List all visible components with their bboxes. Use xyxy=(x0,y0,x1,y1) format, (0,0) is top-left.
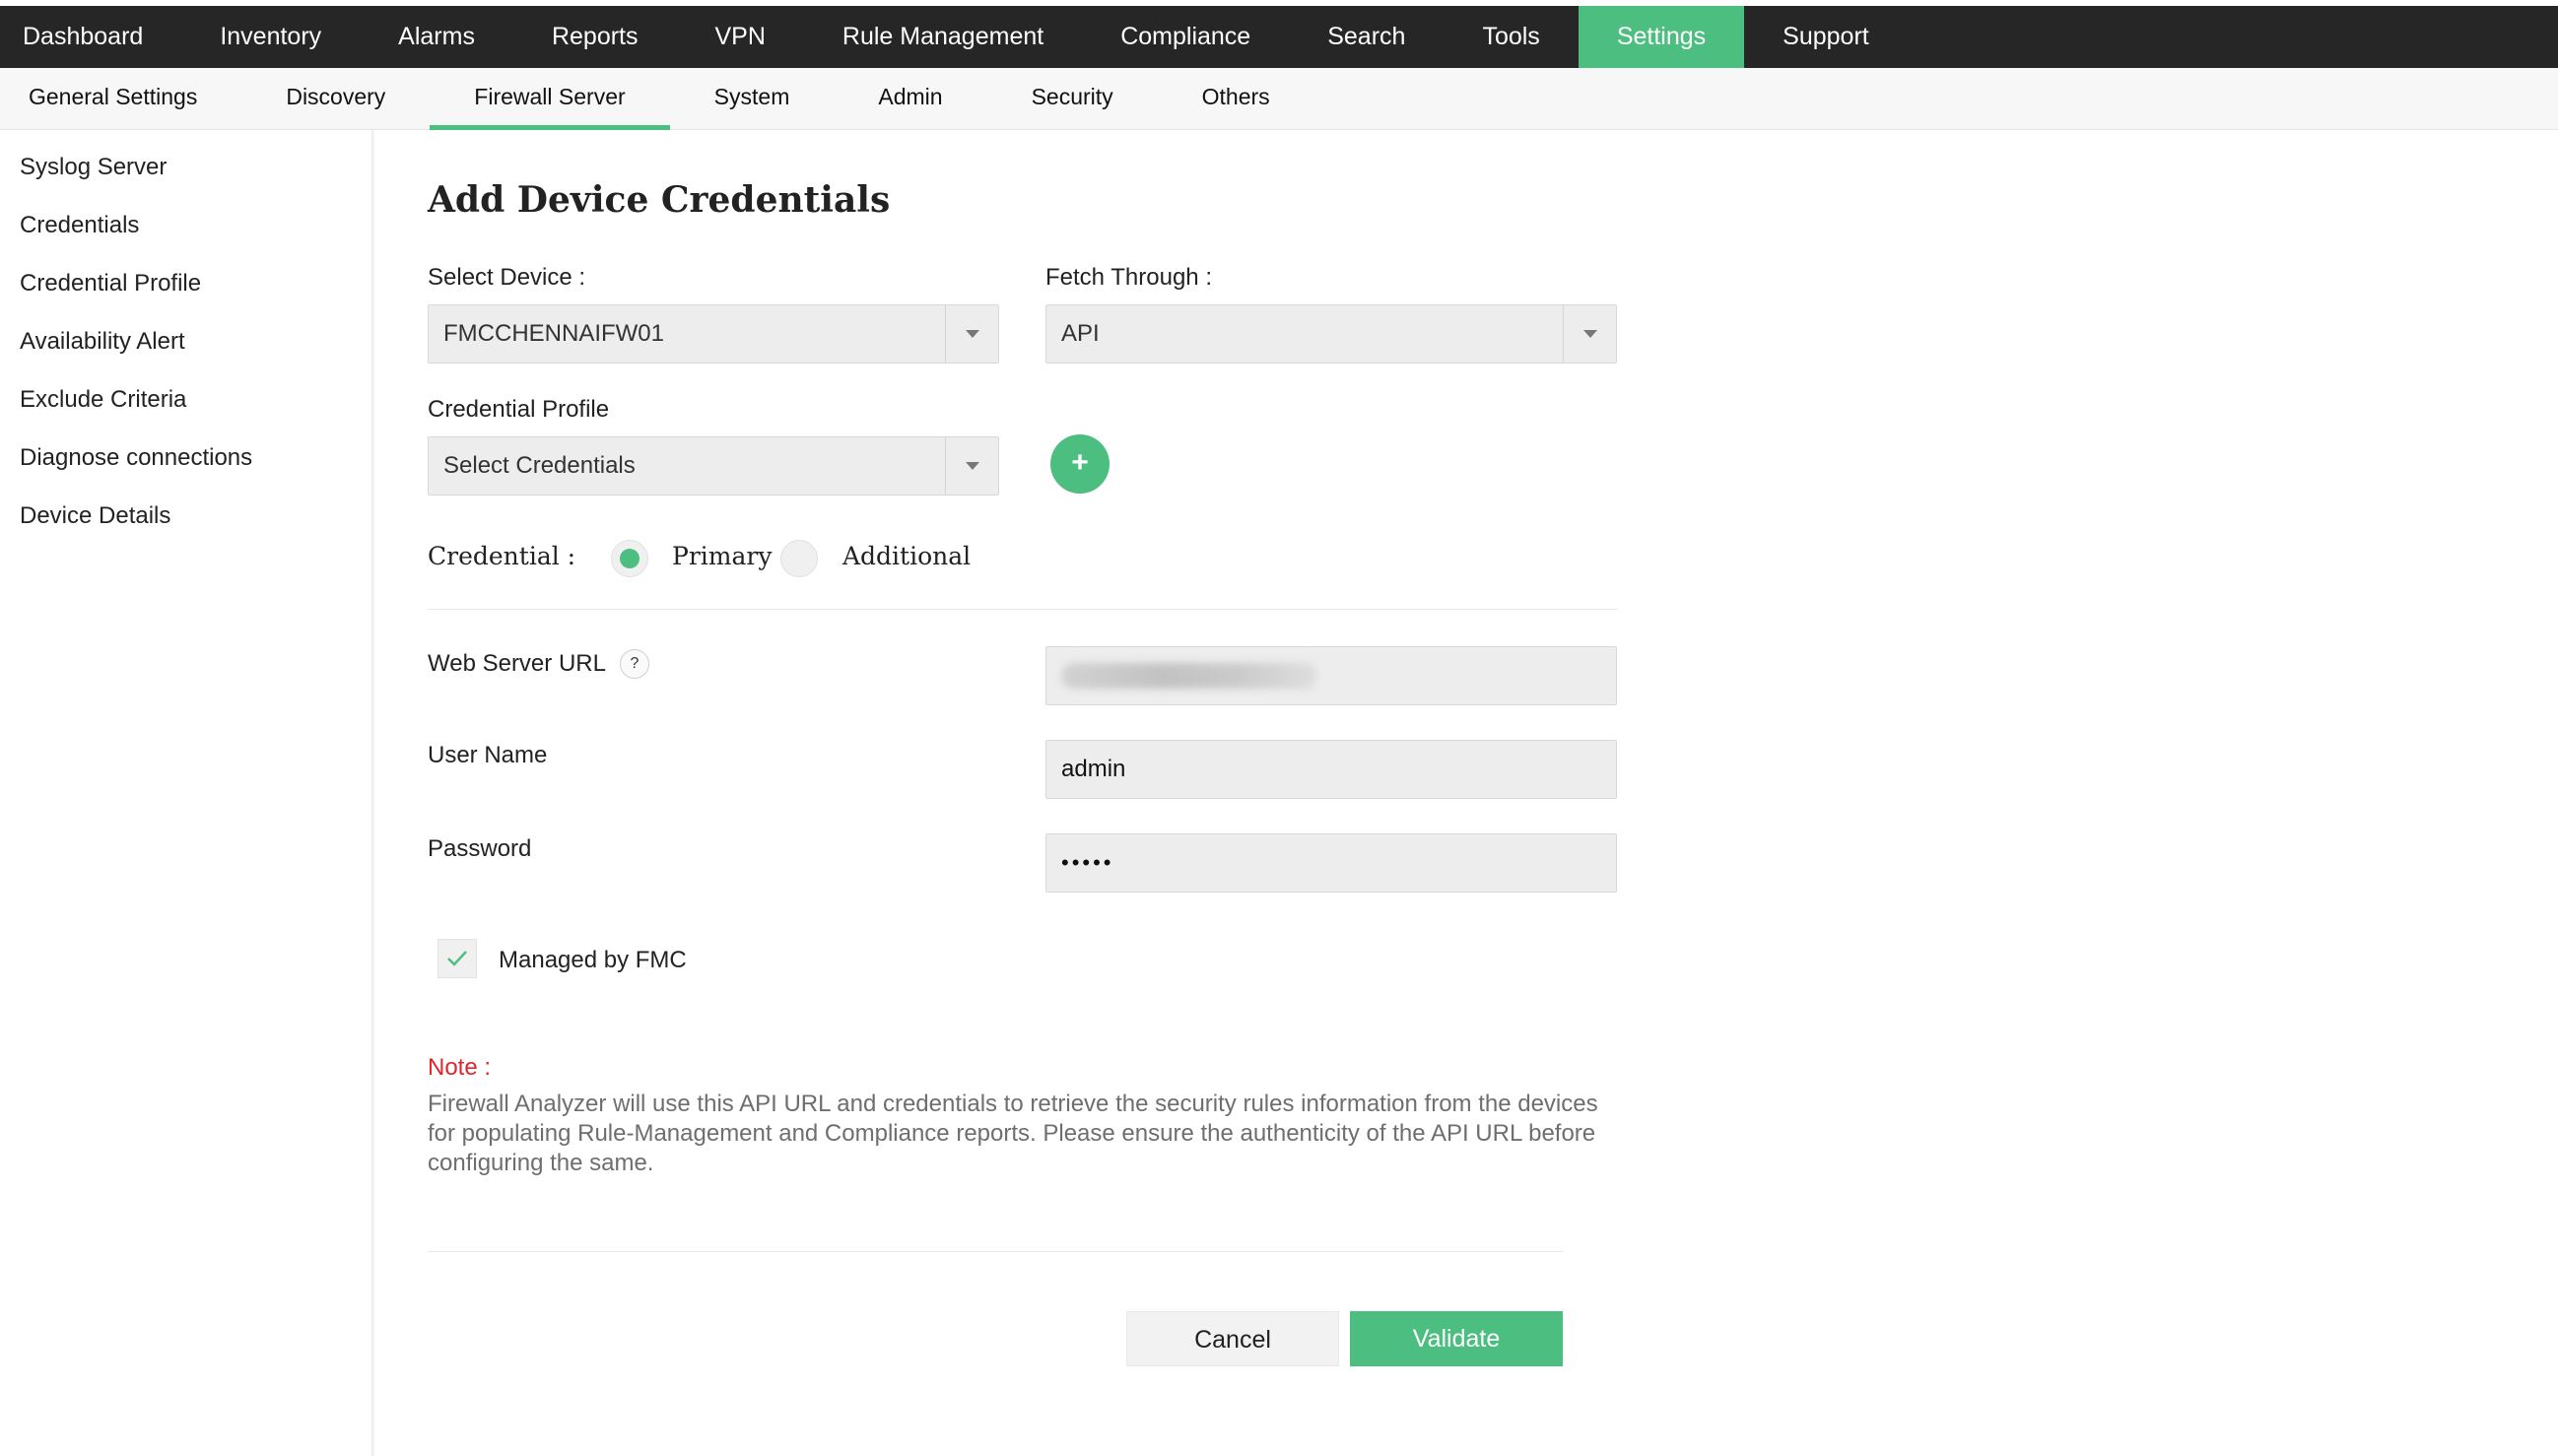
main-panel: Add Device Credentials Select Device : F… xyxy=(374,130,2558,1456)
user-name-input[interactable]: admin xyxy=(1045,740,1617,799)
primary-radio-label[interactable]: Primary xyxy=(672,542,772,570)
sidebar-item-syslog-server[interactable]: Syslog Server xyxy=(0,138,371,196)
credential-profile-dropdown[interactable]: Select Credentials xyxy=(428,436,999,496)
select-device-value: FMCCHENNAIFW01 xyxy=(443,320,665,347)
sidebar-item-credentials[interactable]: Credentials xyxy=(0,196,371,254)
section-divider xyxy=(428,609,1618,610)
checkmark-icon xyxy=(447,951,467,966)
top-tab-vpn[interactable]: VPN xyxy=(677,6,804,68)
password-label: Password xyxy=(428,835,532,862)
managed-by-fmc-checkbox[interactable] xyxy=(438,939,477,978)
primary-radio[interactable] xyxy=(611,540,648,577)
credential-profile-value: Select Credentials xyxy=(443,452,636,479)
top-tab-support[interactable]: Support xyxy=(1744,6,1908,68)
sidebar-item-device-details[interactable]: Device Details xyxy=(0,487,371,545)
top-tab-rule-management[interactable]: Rule Management xyxy=(804,6,1082,68)
chevron-down-icon xyxy=(945,305,998,363)
top-tab-settings[interactable]: Settings xyxy=(1578,6,1745,68)
note-label: Note : xyxy=(428,1054,492,1081)
top-tab-inventory[interactable]: Inventory xyxy=(181,6,360,68)
sub-tab-discovery[interactable]: Discovery xyxy=(241,68,430,130)
add-credential-profile-button[interactable]: + xyxy=(1050,434,1110,494)
top-tab-search[interactable]: Search xyxy=(1289,6,1444,68)
web-server-url-label: Web Server URL xyxy=(428,650,606,677)
page-title: Add Device Credentials xyxy=(428,179,891,221)
top-tab-compliance[interactable]: Compliance xyxy=(1082,6,1289,68)
redacted-url xyxy=(1061,663,1317,689)
sub-tab-others[interactable]: Others xyxy=(1158,68,1314,130)
sidebar: Syslog Server Credentials Credential Pro… xyxy=(0,130,372,1456)
top-tab-alarms[interactable]: Alarms xyxy=(360,6,513,68)
user-name-label: User Name xyxy=(428,742,548,768)
fetch-through-label: Fetch Through : xyxy=(1045,264,1212,291)
fetch-through-value: API xyxy=(1061,320,1100,347)
sub-tab-security[interactable]: Security xyxy=(987,68,1158,130)
radio-dot xyxy=(620,549,640,568)
sub-tab-admin[interactable]: Admin xyxy=(834,68,986,130)
chevron-down-icon xyxy=(945,437,998,495)
sidebar-item-credential-profile[interactable]: Credential Profile xyxy=(0,254,371,312)
chevron-down-icon xyxy=(1563,305,1616,363)
footer-divider xyxy=(428,1251,1563,1252)
sidebar-item-availability-alert[interactable]: Availability Alert xyxy=(0,312,371,370)
top-tab-reports[interactable]: Reports xyxy=(513,6,677,68)
top-nav: Dashboard Inventory Alarms Reports VPN R… xyxy=(0,6,2558,68)
sub-tab-system[interactable]: System xyxy=(670,68,835,130)
select-device-label: Select Device : xyxy=(428,264,586,291)
sidebar-item-exclude-criteria[interactable]: Exclude Criteria xyxy=(0,370,371,429)
cancel-button[interactable]: Cancel xyxy=(1126,1311,1339,1366)
password-input[interactable]: ••••• xyxy=(1045,833,1617,893)
note-text: Firewall Analyzer will use this API URL … xyxy=(428,1091,1598,1176)
credential-label: Credential : xyxy=(428,542,576,570)
top-tab-dashboard[interactable]: Dashboard xyxy=(0,6,181,68)
select-device-dropdown[interactable]: FMCCHENNAIFW01 xyxy=(428,304,999,364)
sub-nav: General Settings Discovery Firewall Serv… xyxy=(0,68,2558,130)
sub-tab-general-settings[interactable]: General Settings xyxy=(0,68,241,130)
fetch-through-dropdown[interactable]: API xyxy=(1045,304,1617,364)
sidebar-item-diagnose-connections[interactable]: Diagnose connections xyxy=(0,429,371,487)
additional-radio[interactable] xyxy=(780,540,818,577)
validate-button[interactable]: Validate xyxy=(1350,1311,1563,1366)
managed-by-fmc-label[interactable]: Managed by FMC xyxy=(499,947,687,974)
help-icon[interactable]: ? xyxy=(620,649,649,679)
top-tab-tools[interactable]: Tools xyxy=(1444,6,1578,68)
additional-radio-label[interactable]: Additional xyxy=(842,542,971,570)
web-server-url-input[interactable] xyxy=(1045,646,1617,705)
sub-tab-firewall-server[interactable]: Firewall Server xyxy=(430,68,671,130)
credential-profile-label: Credential Profile xyxy=(428,396,610,423)
